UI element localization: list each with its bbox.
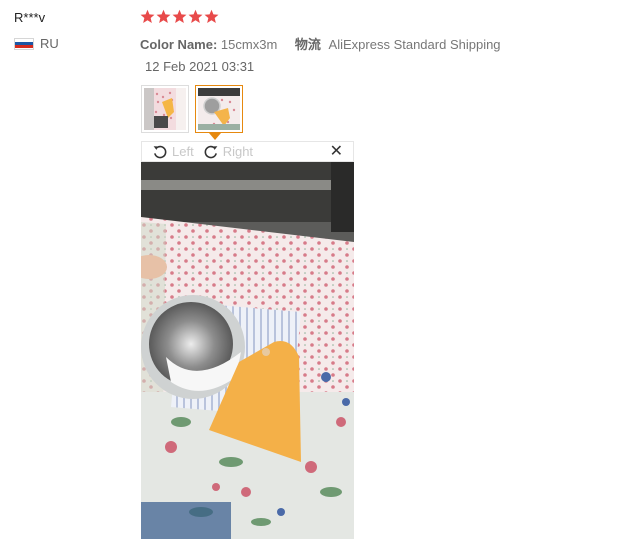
reviewer-name: R***v	[14, 10, 46, 25]
shipping-value: AliExpress Standard Shipping	[328, 37, 501, 52]
shipping-label: 物流	[294, 37, 321, 52]
review-photo-thumbnail-2[interactable]	[195, 85, 243, 133]
review-photo-large	[141, 162, 354, 539]
review-date: 12 Feb 2021 03:31	[145, 59, 255, 74]
review-photo-preview	[141, 162, 354, 539]
rating-stars	[140, 9, 219, 24]
order-attributes: Color Name: 15cmx3m 物流 AliExpress Standa…	[140, 34, 501, 53]
star-icon	[172, 9, 187, 23]
review-thumbnails	[141, 85, 243, 133]
rotate-right-icon	[204, 145, 218, 158]
russia-flag-icon	[14, 37, 34, 50]
photo-viewer-toolbar: Left Right ✕	[141, 141, 354, 162]
star-icon	[140, 9, 155, 23]
selected-thumbnail-pointer	[209, 133, 221, 140]
rotate-right-label: Right	[222, 144, 254, 159]
close-icon[interactable]: ✕	[330, 143, 343, 160]
star-icon	[156, 9, 171, 23]
color-name-value: 15cmx3m	[220, 37, 278, 52]
rotate-right-button[interactable]: Right	[203, 144, 253, 160]
review-photo-1-image	[144, 88, 186, 130]
review-photo-thumbnail-1[interactable]	[141, 85, 189, 133]
star-icon	[188, 9, 203, 23]
color-name-label: Color Name:	[140, 37, 218, 52]
reviewer-country: RU	[14, 36, 59, 51]
review-item: R***v RU Color Name: 15cmx3m 物流 AliExpre…	[0, 0, 636, 556]
rotate-left-icon	[153, 145, 167, 158]
rotate-left-button[interactable]: Left	[152, 144, 194, 160]
rotate-left-label: Left	[172, 144, 194, 159]
review-photo-2-image	[198, 88, 240, 130]
country-code: RU	[40, 36, 59, 51]
star-icon	[204, 9, 219, 23]
